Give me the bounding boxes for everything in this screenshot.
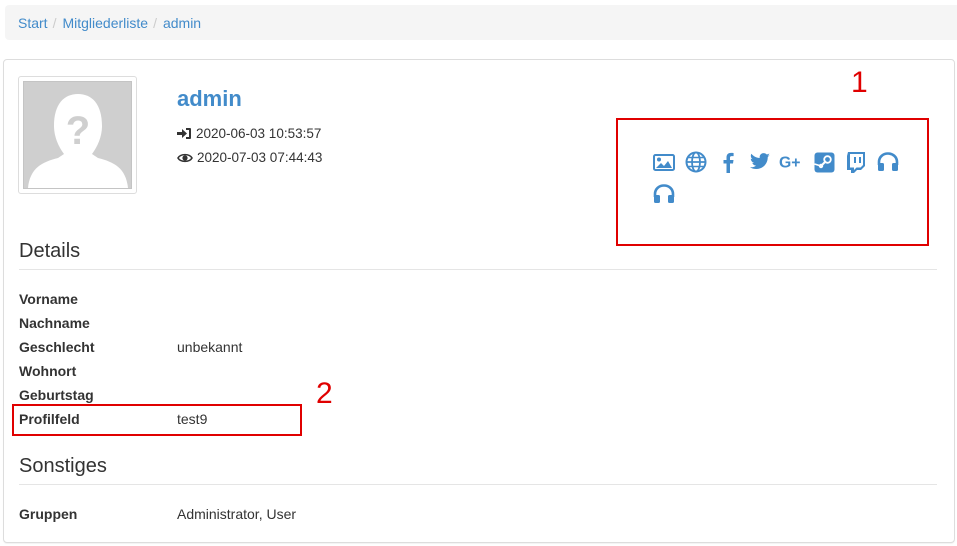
detail-value: unbekannt [177, 339, 243, 355]
sign-in-icon [177, 128, 191, 139]
detail-row-wohnort: Wohnort [19, 361, 177, 381]
breadcrumb-link-start[interactable]: Start [18, 15, 48, 31]
question-mark-silhouette-icon: ? [23, 81, 132, 189]
breadcrumb-separator: / [153, 14, 157, 31]
breadcrumb-current: admin [162, 14, 202, 31]
annotation-number-1: 1 [851, 66, 868, 99]
eye-icon [177, 153, 193, 162]
last-login-text: 2020-06-03 10:53:57 [196, 126, 322, 141]
avatar: ? [18, 76, 137, 194]
breadcrumb-separator: / [52, 14, 57, 31]
detail-row-profilfeld: Profilfeld test9 [19, 409, 207, 429]
detail-row-geburtstag: Geburtstag [19, 385, 177, 405]
last-seen-text: 2020-07-03 07:44:43 [197, 150, 323, 165]
breadcrumb-link-members[interactable]: Mitgliederliste [62, 15, 148, 31]
last-login: 2020-06-03 10:53:57 [177, 126, 321, 141]
breadcrumb: Start / Mitgliederliste / admin [5, 5, 957, 40]
other-label: Gruppen [19, 506, 78, 522]
other-row-gruppen: Gruppen Administrator, User [19, 504, 296, 524]
profile-username: admin [177, 86, 242, 111]
detail-label: Profilfeld [19, 411, 80, 427]
detail-label: Nachname [19, 315, 90, 331]
last-seen: 2020-07-03 07:44:43 [177, 150, 322, 165]
detail-row-geschlecht: Geschlecht unbekannt [19, 337, 242, 357]
detail-row-nachname: Nachname [19, 313, 177, 333]
detail-row-vorname: Vorname [19, 289, 177, 309]
detail-value: test9 [177, 411, 208, 427]
other-value: Administrator, User [177, 506, 297, 522]
detail-label: Vorname [19, 291, 78, 307]
annotation-box-1 [616, 118, 929, 246]
svg-text:?: ? [66, 109, 90, 153]
detail-label: Wohnort [19, 363, 77, 379]
details-heading: Details [19, 240, 937, 270]
other-heading: Sonstiges [19, 455, 937, 485]
annotation-number-2: 2 [316, 377, 333, 410]
detail-label: Geschlecht [19, 339, 95, 355]
detail-label: Geburtstag [19, 387, 94, 403]
